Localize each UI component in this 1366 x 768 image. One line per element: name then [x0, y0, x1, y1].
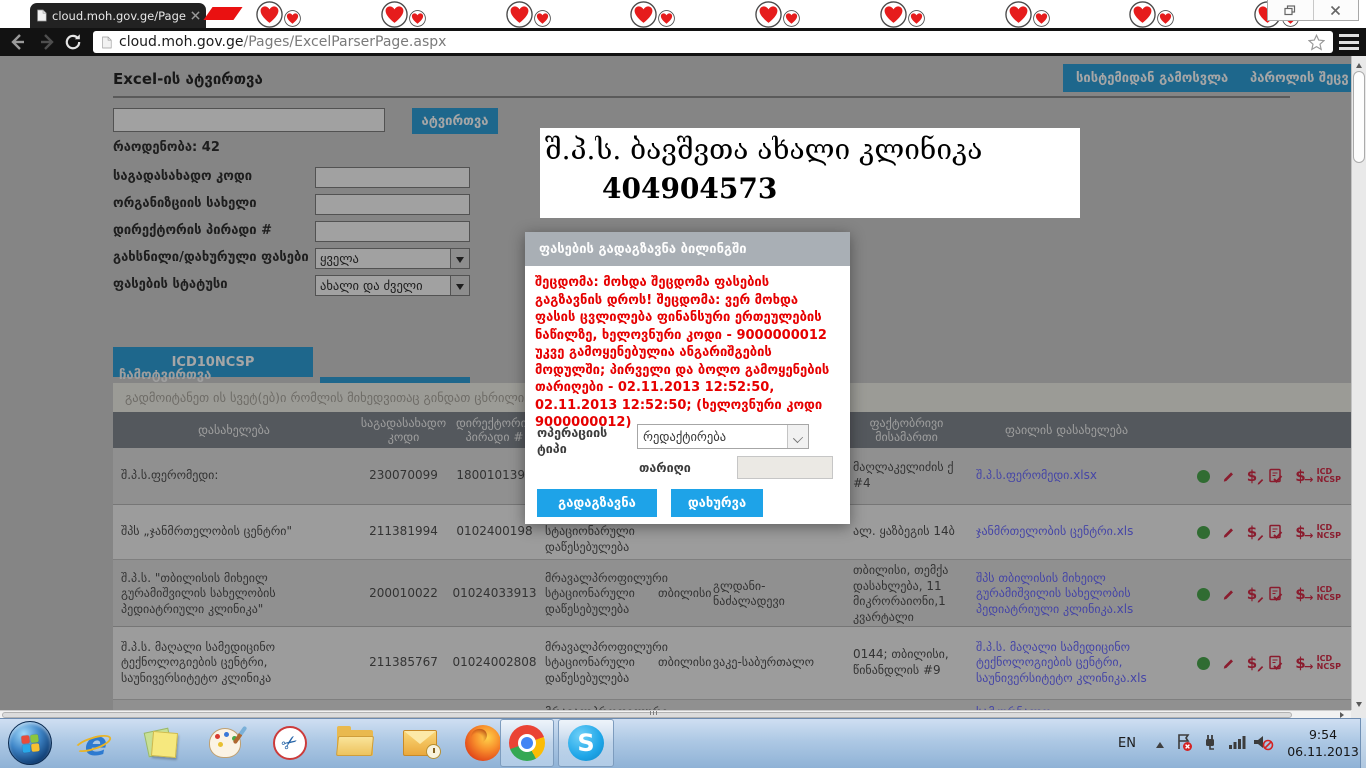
heart-pair-icon [381, 1, 429, 28]
show-hidden-icons-arrow[interactable] [1156, 742, 1164, 748]
send-prices-dialog: ფასების გადაგზავნა ბილინგში შეცდომა: მოხ… [525, 232, 850, 524]
new-tab-button[interactable] [203, 7, 242, 20]
scroll-grip-icon [650, 711, 662, 715]
page-icon [101, 36, 112, 49]
window-close-button[interactable] [1313, 0, 1359, 20]
horizontal-scrollbar[interactable] [0, 710, 1351, 718]
heart-pair-icon [506, 1, 554, 28]
operation-type-label: ოპერაციის ტიპი [537, 425, 627, 456]
skype-icon: S [568, 725, 604, 761]
chevron-down-icon[interactable] [787, 425, 808, 448]
clinic-tooltip: შ.პ.ს. ბავშვთა ახალი კლინიკა 404904573 [540, 128, 1080, 218]
paint-icon[interactable] [206, 724, 244, 762]
tab-close-icon[interactable] [191, 11, 200, 20]
browser-tab[interactable]: cloud.moh.gov.ge/Pages/ [30, 3, 206, 28]
start-button[interactable] [8, 721, 52, 765]
skype-taskbar-button[interactable]: S [558, 719, 614, 767]
url-text: cloud.moh.gov.ge/Pages/ExcelParserPage.a… [119, 34, 1301, 50]
firefox-icon[interactable] [464, 724, 502, 762]
scroll-up-arrow-icon[interactable] [1352, 56, 1366, 70]
operation-type-select[interactable]: რედაქტირება [637, 424, 809, 449]
date-input[interactable] [737, 456, 833, 479]
reload-button-icon[interactable] [64, 33, 84, 51]
heart-pair-icon [755, 1, 803, 28]
window-restore-button[interactable] [1268, 0, 1313, 20]
vertical-scrollbar[interactable] [1351, 56, 1366, 710]
heart-pair-icon [880, 1, 928, 28]
browser-theme-strip: cloud.moh.gov.ge/Pages/ [0, 0, 1366, 28]
windows-logo-icon [21, 734, 41, 754]
forward-button-icon[interactable] [37, 33, 57, 51]
clock[interactable]: 9:54 06.11.2013 [1283, 726, 1363, 760]
chrome-taskbar-button[interactable] [500, 719, 554, 767]
bookmark-star-icon[interactable] [1308, 34, 1325, 51]
close-button[interactable]: დახურვა [671, 489, 763, 517]
scroll-down-arrow-icon[interactable] [1352, 696, 1366, 710]
tooltip-clinic-name: შ.პ.ს. ბავშვთა ახალი კლინიკა [545, 133, 982, 166]
tab-title: cloud.moh.gov.ge/Pages/ [52, 9, 186, 23]
chrome-menu-icon[interactable] [1339, 34, 1359, 50]
power-plug-icon[interactable] [1201, 732, 1219, 752]
heart-pair-icon [630, 1, 678, 28]
clock-time: 9:54 [1283, 726, 1363, 743]
chrome-icon [509, 725, 545, 761]
clock-date: 06.11.2013 [1283, 743, 1363, 760]
heart-pair-icon [1005, 1, 1053, 28]
scrollbar-corner [1351, 710, 1366, 718]
network-signal-icon[interactable] [1228, 732, 1246, 752]
heart-pair-icon [1129, 1, 1177, 28]
vertical-scroll-thumb[interactable] [1353, 71, 1365, 163]
date-label: თარიღი [639, 460, 691, 475]
tooltip-clinic-code: 404904573 [602, 172, 777, 205]
page-favicon-icon [36, 9, 47, 22]
snipping-tool-icon[interactable] [271, 724, 309, 762]
window-controls [1267, 0, 1359, 21]
back-button-icon[interactable] [8, 33, 28, 51]
dialog-title[interactable]: ფასების გადაგზავნა ბილინგში [525, 232, 850, 266]
desktop-screen: cloud.moh.gov.ge/Pages/ [0, 0, 1366, 768]
sticky-notes-icon[interactable] [142, 724, 180, 762]
show-desktop-button[interactable] [1360, 718, 1366, 768]
action-center-flag-icon[interactable] [1175, 732, 1193, 752]
language-indicator[interactable]: EN [1118, 736, 1136, 751]
address-bar[interactable]: cloud.moh.gov.ge/Pages/ExcelParserPage.a… [93, 31, 1333, 53]
heart-pair-icon [256, 1, 304, 28]
outlook-icon[interactable] [401, 724, 439, 762]
volume-muted-icon[interactable] [1252, 732, 1274, 752]
page-viewport: სისტემიდან გამოსვლა პაროლის შეცვ Excel-ი… [0, 56, 1351, 710]
send-button[interactable]: გადაგზავნა [537, 489, 657, 517]
windows-explorer-icon[interactable] [336, 724, 374, 762]
error-message: შეცდომა: მოხდა შეცდომა ფასების გაგზავნის… [535, 274, 840, 432]
hearts-theme-pattern [256, 1, 1302, 28]
internet-explorer-icon[interactable]: e [77, 724, 115, 762]
